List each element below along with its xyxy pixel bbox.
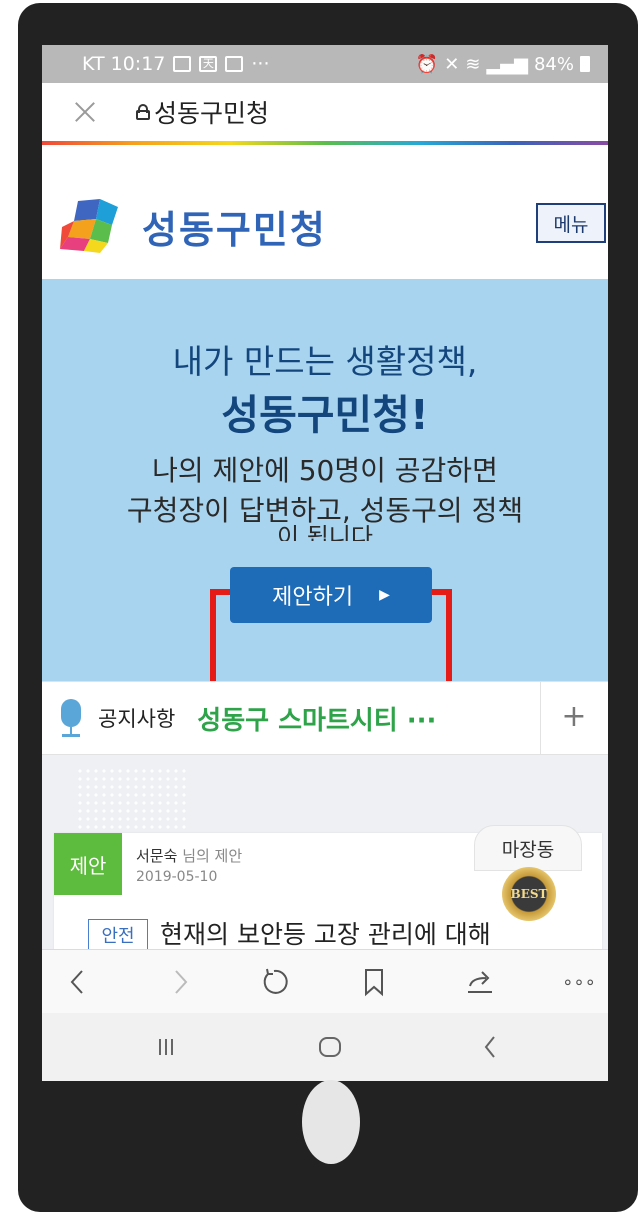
hero-description: 나의 제안에 50명이 공감하면 구청장이 답변하고, 성동구의 정책 <box>42 451 608 531</box>
android-nav-bar <box>42 1013 608 1081</box>
mute-icon: ✕ <box>444 53 460 75</box>
page-title[interactable]: 성동구민청 <box>154 94 269 130</box>
lock-icon <box>136 104 150 120</box>
notice-headline[interactable]: 성동구 스마트시티 ··· <box>197 700 487 737</box>
hero-desc-line1: 나의 제안에 50명이 공감하면 <box>152 454 498 487</box>
more-icon[interactable]: ∘∘∘ <box>554 964 604 1000</box>
play-arrow-icon: ▶ <box>379 587 390 603</box>
propose-button-label: 제안하기 <box>272 585 354 610</box>
browser-toolbar: ∘∘∘ <box>42 949 608 1013</box>
carrier-time: KT 10:17 <box>82 53 166 75</box>
wifi-icon: ≋ <box>465 53 481 75</box>
logo-text[interactable]: 성동구민청 <box>142 199 327 254</box>
back-icon[interactable] <box>58 964 98 1000</box>
reload-icon[interactable] <box>254 964 294 1000</box>
proposal-list: 제안 서문숙 님의 제안 2019-05-10 마장동 BEST 안전 현재의 … <box>42 755 608 949</box>
bookmark-icon[interactable] <box>354 964 394 1000</box>
logo-icon[interactable] <box>60 197 120 253</box>
proposal-title[interactable]: 현재의 보안등 고장 관리에 대해 <box>160 915 491 949</box>
menu-button[interactable]: 메뉴 <box>536 203 606 243</box>
notice-more-button[interactable]: + <box>554 698 594 738</box>
notice-divider <box>540 682 541 754</box>
dong-badge: 마장동 <box>474 825 582 871</box>
home-icon[interactable] <box>310 1031 350 1063</box>
calendar-notification-icon: 天 <box>199 56 218 72</box>
signal-icon: ▂▄▆ <box>486 53 528 75</box>
recent-apps-icon[interactable] <box>146 1031 186 1063</box>
author-suffix: 님의 제안 <box>182 847 243 865</box>
more-notifications: ··· <box>251 53 270 75</box>
site-header: 성동구민청 메뉴 <box>42 145 608 279</box>
proposal-author: 서문숙 님의 제안 <box>136 845 242 866</box>
physical-home-button[interactable] <box>302 1080 360 1164</box>
notice-label: 공지사항 <box>98 707 176 731</box>
status-bar: KT 10:17 天 ··· ⏰ ✕ ≋ ▂▄▆ 84% <box>42 45 608 83</box>
proposal-date: 2019-05-10 <box>136 869 218 885</box>
battery-icon <box>580 56 590 72</box>
proposal-tag: 제안 <box>54 833 122 895</box>
android-back-icon[interactable] <box>470 1031 510 1063</box>
hero-desc-line3: 이 됩니다 <box>277 523 373 541</box>
gallery-notification-icon <box>173 56 192 72</box>
best-medal-icon: BEST <box>502 867 556 921</box>
forward-icon[interactable] <box>160 964 200 1000</box>
photo-notification-icon <box>225 56 244 72</box>
propose-button[interactable]: 제안하기 ▶ <box>230 567 432 623</box>
category-badge: 안전 <box>88 919 148 949</box>
battery-percent: 84% <box>533 53 574 75</box>
notice-bar: 공지사항 성동구 스마트시티 ··· + <box>42 681 608 755</box>
close-icon[interactable] <box>68 94 104 130</box>
dot-pattern <box>76 767 186 837</box>
share-icon[interactable] <box>460 964 500 1000</box>
proposal-card[interactable]: 제안 서문숙 님의 제안 2019-05-10 마장동 BEST 안전 현재의 … <box>54 825 602 949</box>
author-name: 서문숙 <box>136 847 178 865</box>
browser-url-bar: 성동구민청 <box>42 83 608 141</box>
microphone-icon <box>58 699 84 737</box>
phone-screen: KT 10:17 天 ··· ⏰ ✕ ≋ ▂▄▆ 84% 성동구민청 성동구민청… <box>42 45 608 1081</box>
hero-banner: 내가 만드는 생활정책, 성동구민청! 나의 제안에 50명이 공감하면 구청장… <box>42 279 608 689</box>
hero-title: 성동구민청! <box>221 391 429 439</box>
alarm-icon: ⏰ <box>415 53 439 75</box>
hero-headline: 내가 만드는 생활정책, <box>172 342 478 381</box>
